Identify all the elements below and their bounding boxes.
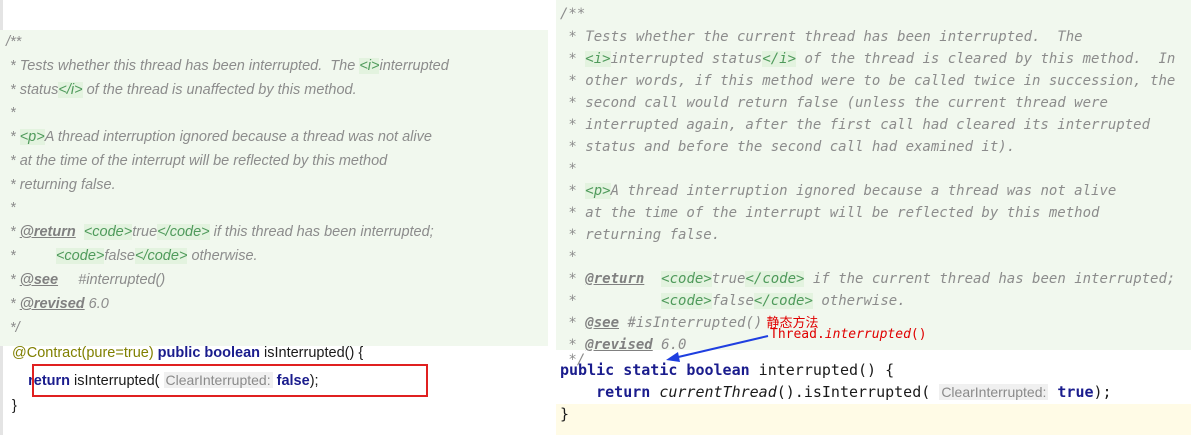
right-return-statement[interactable]: return currentThread().isInterrupted( Cl… xyxy=(560,384,1112,400)
left-line-8: * xyxy=(6,200,16,216)
left-line-11: * @see #interrupted() xyxy=(6,272,166,288)
left-line-4: * xyxy=(6,105,16,121)
left-closing-brace: } xyxy=(12,398,17,414)
left-line-3: * status</i> of the thread is unaffected… xyxy=(6,82,357,98)
left-line-2: * Tests whether this thread has been int… xyxy=(6,58,449,74)
left-line-9: * @return <code>true</code> if this thre… xyxy=(6,224,434,240)
left-line-13: */ xyxy=(6,320,20,336)
left-editor-pane[interactable]: /** * Tests whether this thread has been… xyxy=(0,0,548,435)
right-method-signature[interactable]: public static boolean interrupted() { xyxy=(560,362,894,378)
left-line-7: * returning false. xyxy=(6,177,116,193)
left-line-10: * <code>false</code> otherwise. xyxy=(6,248,258,264)
right-param-hint: ClearInterrupted: xyxy=(939,384,1049,400)
left-line-5: * <p>A thread interruption ignored becau… xyxy=(6,129,432,145)
left-line-6: * at the time of the interrupt will be r… xyxy=(6,153,388,169)
left-line-1: /** xyxy=(6,34,22,50)
right-closing-brace: } xyxy=(560,405,570,423)
left-line-12: * @revised 6.0 xyxy=(6,296,109,312)
right-editor-pane[interactable]: /** * Tests whether the current thread h… xyxy=(556,0,1191,435)
red-highlight-box xyxy=(32,364,428,397)
left-method-signature[interactable]: @Contract(pure=true) public boolean isIn… xyxy=(12,345,363,361)
